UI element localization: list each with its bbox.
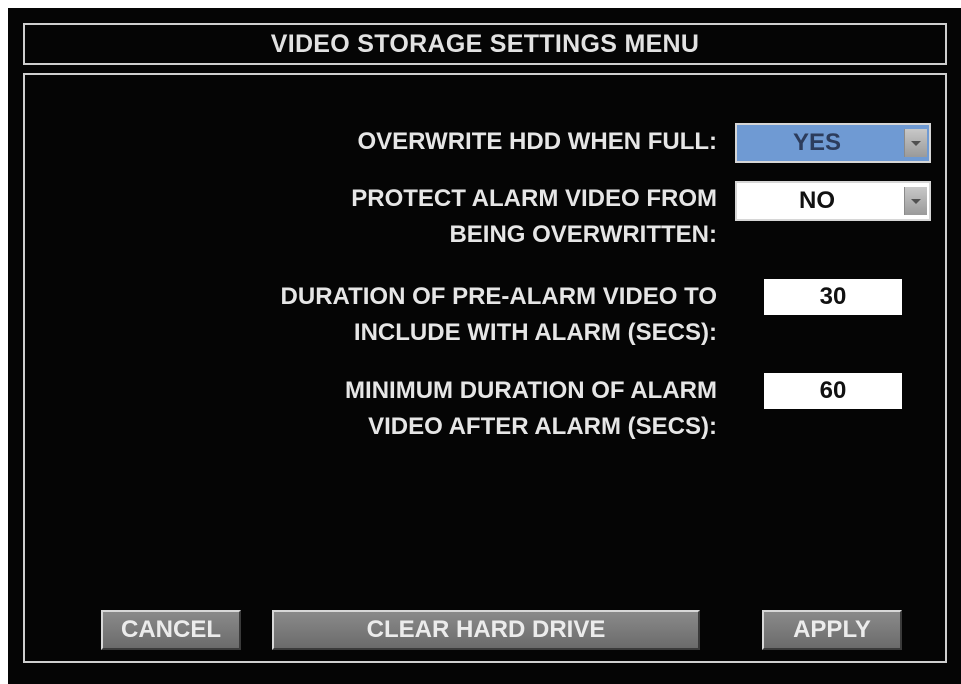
protect-alarm-dropdown[interactable]: NO: [735, 181, 931, 221]
min-alarm-duration-label-line2: VIDEO AFTER ALARM (SECS):: [368, 413, 717, 440]
apply-button[interactable]: APPLY: [762, 610, 902, 650]
pre-alarm-duration-label-line2: INCLUDE WITH ALARM (SECS):: [353, 319, 717, 346]
protect-alarm-value: NO: [799, 187, 835, 214]
menu-title: VIDEO STORAGE SETTINGS MENU: [23, 23, 947, 65]
overwrite-hdd-label: OVERWRITE HDD WHEN FULL:: [357, 128, 717, 155]
protect-alarm-label-line1: PROTECT ALARM VIDEO FROM: [351, 185, 717, 212]
overwrite-hdd-value: YES: [792, 129, 842, 156]
overwrite-hdd-dropdown[interactable]: YES: [735, 123, 931, 163]
chevron-down-icon[interactable]: [904, 187, 927, 215]
pre-alarm-duration-field[interactable]: 30: [764, 279, 902, 315]
pre-alarm-duration-label-line1: DURATION OF PRE-ALARM VIDEO TO: [280, 283, 717, 310]
min-alarm-duration-field[interactable]: 60: [764, 373, 902, 409]
min-alarm-duration-label-line1: MINIMUM DURATION OF ALARM: [345, 377, 717, 404]
clear-hard-drive-button[interactable]: CLEAR HARD DRIVE: [272, 610, 700, 650]
protect-alarm-label-line2: BEING OVERWRITTEN:: [449, 221, 717, 248]
cancel-button[interactable]: CANCEL: [101, 610, 241, 650]
chevron-down-icon[interactable]: [904, 129, 927, 157]
